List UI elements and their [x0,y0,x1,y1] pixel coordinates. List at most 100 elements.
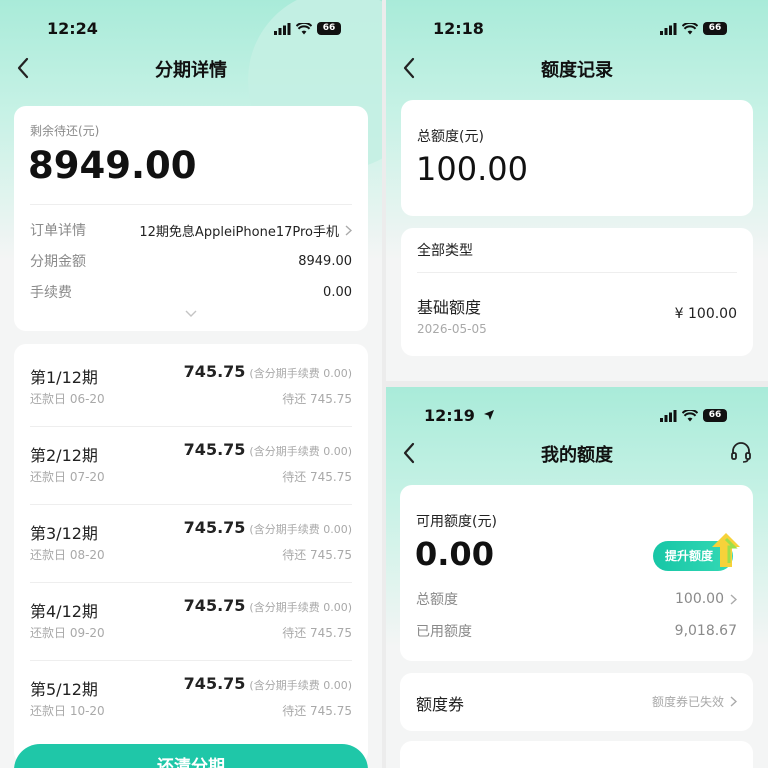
coupon-status: 额度券已失效 [651,695,724,709]
signal-icon [660,22,677,35]
signal-icon [660,409,677,422]
divider [30,504,352,505]
nav-bar: 我的额度 [386,435,768,471]
chevron-right-icon [730,593,737,605]
available-quota-card: 可用额度(元) 0.00 提升额度 总额度 100.00 已用额度 9,018.… [400,485,753,661]
period-fee-note: (含分期手续费 0.00) [249,367,352,380]
available-label: 可用额度(元) [416,514,497,530]
signal-icon [274,22,291,35]
bottom-card [400,741,753,768]
period-fee-note: (含分期手续费 0.00) [249,679,352,692]
status-icons: 66 [274,22,341,35]
period-amount-group: 745.75 (含分期手续费 0.00) [184,596,352,615]
period-amount-group: 745.75 (含分期手续费 0.00) [184,674,352,693]
order-detail-row[interactable]: 订单详情 12期免息AppleiPhone17Pro手机 [30,220,352,240]
status-time: 12:18 [433,19,484,38]
period-pending: 待还 745.75 [282,470,352,484]
period-due-date: 还款日 08-20 [30,548,105,562]
wifi-icon [682,22,698,34]
status-time-text: 12:19 [424,406,475,425]
location-arrow-icon [483,410,494,420]
page-title: 分期详情 [155,60,227,81]
period-fee-note: (含分期手续费 0.00) [249,445,352,458]
period-title: 第5/12期 [30,680,98,699]
remaining-label: 剩余待还(元) [30,124,100,138]
period-title: 第4/12期 [30,602,98,621]
remaining-amount: 8949.00 [28,144,197,187]
page-title: 额度记录 [541,60,613,81]
used-quota-row: 已用额度 9,018.67 [416,621,737,641]
period-amount: 745.75 [183,362,246,381]
available-value: 0.00 [415,535,494,573]
order-label: 订单详情 [30,223,86,239]
period-row[interactable]: 第5/12期还款日 10-20 745.75 (含分期手续费 0.00) 待还 745… [30,668,352,744]
period-row[interactable]: 第1/12期还款日 06-20 745.75 (含分期手续费 0.00) 待还 745… [30,356,352,432]
period-fee-note: (含分期手续费 0.00) [249,523,352,536]
chevron-right-icon [345,224,352,236]
chevron-down-icon[interactable] [185,310,197,318]
divider [30,204,352,205]
coupon-label: 额度券 [416,695,465,714]
status-icons: 66 [660,409,727,422]
raise-quota-label: 提升额度 [665,549,714,563]
total-label: 总额度 [416,592,458,608]
period-title: 第2/12期 [30,446,98,465]
fee-row: 手续费 0.00 [30,282,352,302]
record-date: 2026-05-05 [417,322,487,336]
type-filter[interactable]: 全部类型 [417,240,473,260]
period-title: 第1/12期 [30,368,98,387]
pay-off-button[interactable]: 还清分期 [14,744,368,768]
battery-icon: 66 [317,22,341,35]
record-amount: ¥ 100.00 [674,306,737,322]
order-value: 12期免息AppleiPhone17Pro手机 [139,224,339,240]
period-row[interactable]: 第3/12期还款日 08-20 745.75 (含分期手续费 0.00) 待还 745… [30,512,352,588]
installment-label: 分期金额 [30,254,86,270]
periods-card: 第1/12期 还款日 06-20 745.75 (含分期手续费 0.00) 待还 745… [14,344,368,764]
period-amount-group: 745.75 (含分期手续费 0.00) [184,518,352,537]
period-amount-group: 745.75 (含分期手续费 0.00) [184,362,352,381]
total-quota-value: 100.00 [416,150,528,188]
divider [30,426,352,427]
chevron-right-icon [730,696,737,707]
records-card: 全部类型 基础额度 2026-05-05 ¥ 100.00 [401,228,753,356]
battery-icon: 66 [703,22,727,35]
coupon-card[interactable]: 额度券 额度券已失效 [400,673,753,731]
period-due-date: 还款日 06-20 [30,392,105,406]
status-icons: 66 [660,22,727,35]
status-time: 12:19 [424,406,495,425]
total-quota-card: 总额度(元) 100.00 [401,100,753,216]
period-amount: 745.75 [183,674,246,693]
period-pending: 待还 745.75 [282,548,352,562]
summary-card: 剩余待还(元) 8949.00 订单详情 12期免息AppleiPhone17P… [14,106,368,331]
divider [30,582,352,583]
installment-amount-row: 分期金额 8949.00 [30,251,352,271]
wifi-icon [296,22,312,34]
fee-label: 手续费 [30,285,72,301]
total-quota-row[interactable]: 总额度 100.00 [416,589,737,609]
period-row[interactable]: 第4/12期 还款日 09-20 745.75 (含分期手续费 0.00) 待还 745… [30,590,352,666]
period-title: 第3/12期 [30,524,98,543]
period-due-date: 还款日 10-20 [30,704,105,718]
battery-icon: 66 [703,409,727,422]
period-amount: 745.75 [183,596,246,615]
up-arrow-icon [712,533,740,567]
nav-bar: 分期详情 [0,50,382,86]
coupon-status-group: 额度券已失效 [652,693,737,710]
installment-value: 8949.00 [298,253,352,269]
period-fee-note: (含分期手续费 0.00) [249,601,352,614]
headset-icon[interactable] [730,441,752,463]
wifi-icon [682,409,698,421]
divider [30,660,352,661]
period-pending: 待还 745.75 [282,704,352,718]
fee-value: 0.00 [323,284,352,300]
quota-record-screen: 12:18 66 额度记录 总额度(元) 100.00 全部类型 基础额度 20… [386,0,768,381]
period-amount-group: 745.75 (含分期手续费 0.00) [184,440,352,459]
period-pending: 待还 745.75 [282,392,352,406]
total-value: 100.00 [675,591,724,607]
installment-detail-screen: 12:24 66 分期详情 剩余待还(元) 8949.00 订单详情 12期免息… [0,0,382,768]
divider [417,272,737,273]
used-value: 9,018.67 [674,623,737,639]
period-due-date: 还款日 09-20 [30,626,105,640]
period-row[interactable]: 第2/12期 还款日 07-20 745.75 (含分期手续费 0.00) 待还 745… [30,434,352,510]
period-amount: 745.75 [183,518,246,537]
